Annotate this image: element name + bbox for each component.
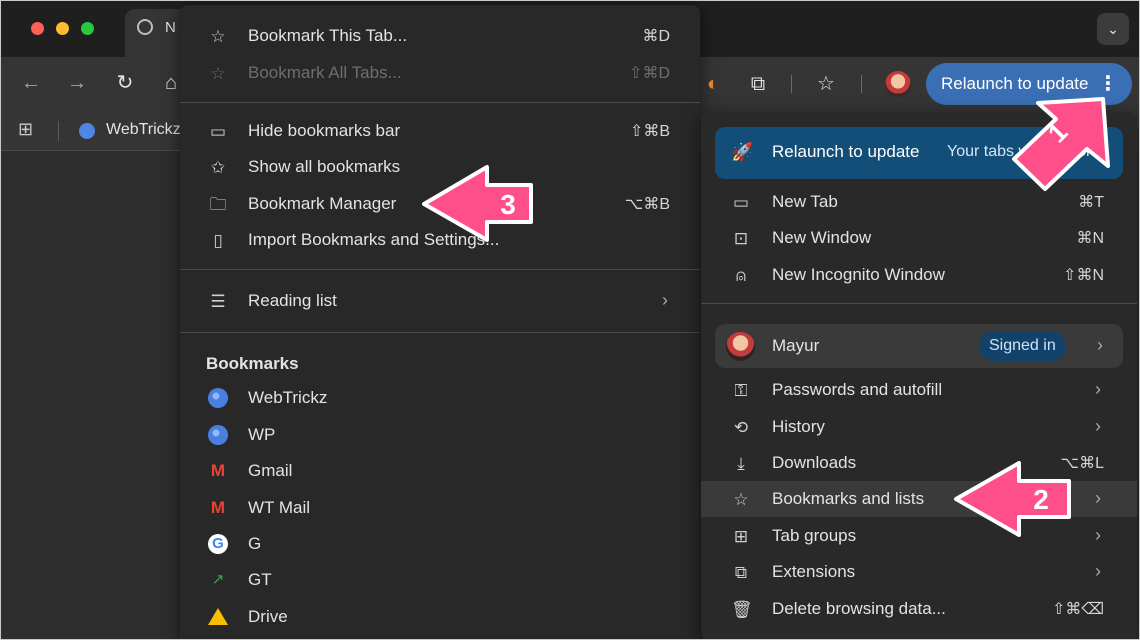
annotation-step-3: 3	[500, 189, 516, 220]
browser-window: N ⌄ ← → ↻ ⌂ ◐ ⧉ ☆ Relaunch to update ⋮ ⊞…	[0, 0, 1140, 640]
annotation-arrow-1: 1	[1012, 97, 1110, 191]
annotation-arrow-3: 3	[422, 165, 533, 242]
annotation-overlay: 1 2 3	[422, 97, 1110, 537]
annotation-arrow-2: 2	[954, 461, 1071, 537]
annotation-step-2: 2	[1033, 484, 1049, 515]
